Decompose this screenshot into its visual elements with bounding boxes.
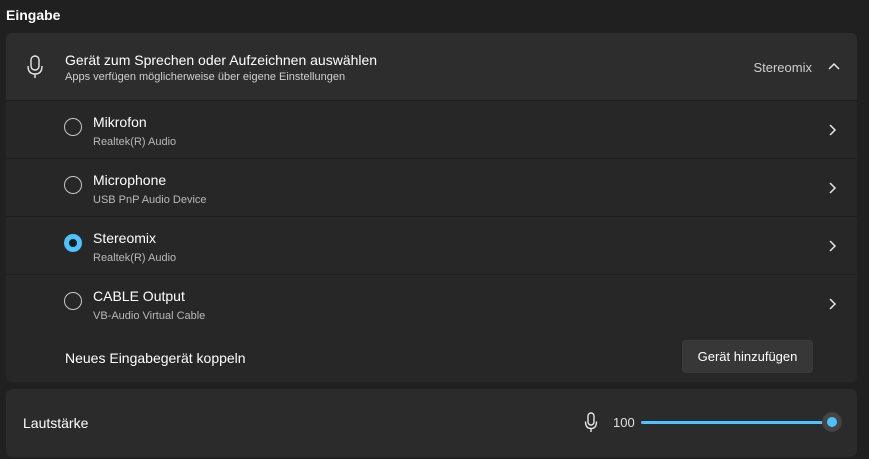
device-radio[interactable]: [64, 292, 82, 310]
volume-slider-track[interactable]: [641, 421, 831, 424]
device-option-microphone[interactable]: Microphone USB PnP Audio Device: [6, 159, 857, 217]
volume-value: 100: [613, 415, 635, 430]
volume-slider-thumb[interactable]: [822, 412, 842, 432]
device-radio-selected[interactable]: [64, 234, 82, 252]
input-device-header[interactable]: Gerät zum Sprechen oder Aufzeichnen ausw…: [6, 33, 857, 101]
device-radio[interactable]: [64, 118, 82, 136]
device-option-cable-output[interactable]: CABLE Output VB-Audio Virtual Cable: [6, 275, 857, 333]
chevron-up-icon[interactable]: [827, 61, 841, 71]
chevron-right-icon[interactable]: [827, 123, 837, 137]
chevron-right-icon[interactable]: [827, 181, 837, 195]
input-device-panel: Gerät zum Sprechen oder Aufzeichnen ausw…: [6, 33, 857, 382]
add-device-button[interactable]: Gerät hinzufügen: [682, 340, 813, 373]
device-radio[interactable]: [64, 176, 82, 194]
pair-device-label: Neues Eingabegerät koppeln: [65, 350, 246, 366]
device-subtitle: Realtek(R) Audio: [93, 252, 177, 264]
device-subtitle: USB PnP Audio Device: [93, 194, 207, 206]
input-device-title: Gerät zum Sprechen oder Aufzeichnen ausw…: [65, 52, 378, 68]
volume-slider-thumb-dot: [827, 417, 837, 427]
chevron-right-icon[interactable]: [827, 239, 837, 253]
microphone-icon[interactable]: [584, 412, 598, 433]
chevron-right-icon[interactable]: [827, 297, 837, 311]
volume-slider-fill: [641, 421, 831, 424]
microphone-icon: [27, 55, 43, 78]
pair-device-row: Neues Eingabegerät koppeln Gerät hinzufü…: [6, 332, 857, 382]
selected-device-value: Stereomix: [753, 60, 812, 75]
device-name: CABLE Output: [93, 288, 185, 304]
input-device-subtitle: Apps verfügen möglicherweise über eigene…: [65, 71, 346, 83]
device-name: Mikrofon: [93, 114, 147, 130]
volume-label: Lautstärke: [23, 415, 89, 431]
device-subtitle: Realtek(R) Audio: [93, 136, 177, 148]
device-subtitle: VB-Audio Virtual Cable: [93, 310, 206, 322]
device-option-stereomix[interactable]: Stereomix Realtek(R) Audio: [6, 217, 857, 275]
device-name: Microphone: [93, 172, 167, 188]
device-option-mikrofon[interactable]: Mikrofon Realtek(R) Audio: [6, 101, 857, 159]
volume-panel: Lautstärke 100: [6, 389, 857, 457]
device-name: Stereomix: [93, 230, 157, 246]
section-title: Eingabe: [6, 7, 61, 23]
